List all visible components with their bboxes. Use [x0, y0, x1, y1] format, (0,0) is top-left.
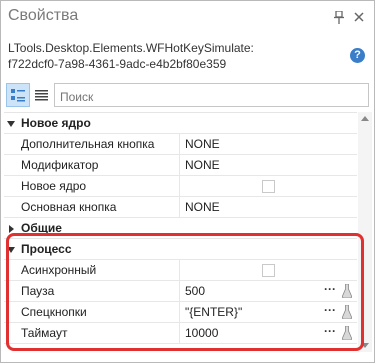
property-name: Основная кнопка — [21, 200, 117, 214]
ellipsis-button[interactable]: ··· — [324, 303, 336, 317]
scroll-up-icon[interactable] — [361, 116, 369, 121]
ellipsis-button[interactable]: ··· — [324, 282, 336, 296]
property-value[interactable]: NONE — [185, 200, 325, 214]
help-icon[interactable]: ? — [350, 48, 365, 63]
object-id-label: f722dcf0-7a98-4361-9adc-e4b2bf80e359 — [8, 57, 227, 71]
property-value[interactable]: NONE — [185, 158, 325, 172]
category-row-process[interactable]: Процесс — [4, 239, 357, 260]
alphabetical-view-button[interactable] — [29, 83, 53, 107]
property-name: Модификатор — [21, 158, 99, 172]
pin-icon[interactable] — [332, 10, 346, 24]
categorized-icon — [11, 88, 25, 101]
category-label: Новое ядро — [21, 116, 91, 130]
collapse-arrow-icon[interactable] — [7, 247, 15, 253]
property-name: Пауза — [21, 284, 55, 298]
flask-icon[interactable] — [342, 326, 352, 340]
new-core-checkbox[interactable] — [262, 180, 275, 193]
async-checkbox[interactable] — [262, 264, 275, 277]
category-label: Общие — [21, 221, 62, 235]
property-value[interactable]: "{ENTER}" — [185, 305, 325, 319]
categorized-view-button[interactable] — [6, 83, 30, 107]
ellipsis-button[interactable]: ··· — [324, 324, 336, 338]
object-type-label: LTools.Desktop.Elements.WFHotKeySimulate… — [8, 41, 254, 55]
collapse-arrow-icon[interactable] — [7, 121, 15, 127]
flask-icon[interactable] — [342, 284, 352, 298]
property-row[interactable]: Асинхронный — [4, 260, 357, 281]
property-value[interactable]: 500 — [185, 284, 325, 298]
property-row[interactable]: Пауза 500 ··· — [4, 281, 357, 302]
property-row[interactable]: Основная кнопка NONE — [4, 197, 357, 218]
property-row[interactable]: Спецкнопки "{ENTER}" ··· — [4, 302, 357, 323]
property-name: Спецкнопки — [21, 305, 87, 319]
close-icon[interactable] — [352, 10, 366, 24]
category-label: Процесс — [21, 242, 72, 256]
vertical-scrollbar[interactable] — [358, 112, 372, 352]
property-toolbar — [4, 83, 370, 107]
property-row[interactable]: Новое ядро — [4, 176, 357, 197]
property-row[interactable]: Модификатор NONE — [4, 155, 357, 176]
window-title: Свойства — [8, 7, 79, 24]
expand-arrow-icon[interactable] — [9, 225, 14, 233]
category-row-core[interactable]: Новое ядро — [4, 113, 357, 134]
property-name: Дополнительная кнопка — [21, 137, 155, 151]
property-name: Новое ядро — [21, 179, 87, 193]
property-row[interactable]: Дополнительная кнопка NONE — [4, 134, 357, 155]
search-input[interactable] — [54, 83, 369, 107]
property-value[interactable]: 10000 — [185, 326, 325, 340]
list-icon — [34, 89, 48, 100]
scroll-down-icon[interactable] — [361, 343, 369, 348]
category-row-general[interactable]: Общие — [4, 218, 357, 239]
property-name: Асинхронный — [21, 263, 97, 277]
property-value[interactable]: NONE — [185, 137, 325, 151]
title-bar: Свойства — [1, 1, 374, 35]
property-name: Таймаут — [21, 326, 68, 340]
property-grid: Новое ядро Дополнительная кнопка NONE Мо… — [4, 112, 357, 352]
flask-icon[interactable] — [342, 305, 352, 319]
property-row[interactable]: Таймаут 10000 ··· — [4, 323, 357, 344]
